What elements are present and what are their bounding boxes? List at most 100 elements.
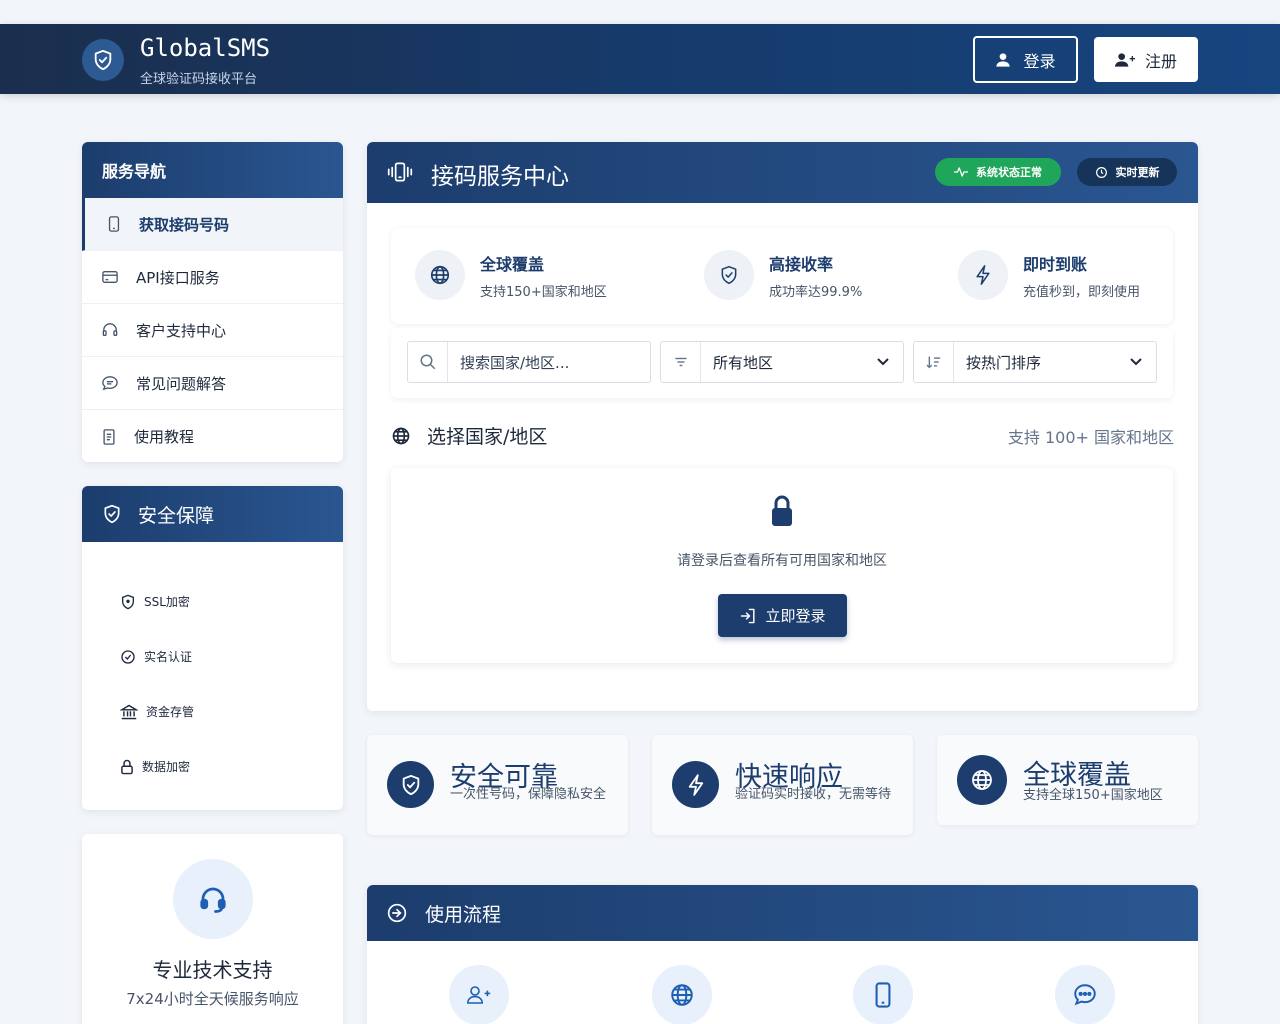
country-count-note: 支持 100+ 国家和地区: [1007, 428, 1174, 447]
country-section-heading: 选择国家/地区: [391, 422, 547, 449]
headset-icon: [102, 322, 118, 338]
tile-fast: 快速响应 验证码实时接收，无需等待: [652, 735, 913, 835]
security-item-label: SSL加密: [144, 595, 190, 609]
login-button[interactable]: 登录: [973, 36, 1078, 83]
document-icon: [102, 428, 116, 445]
live-update-badge: 实时更新: [1077, 158, 1177, 186]
security-item-funds: 资金存管: [120, 703, 194, 720]
tile-title: 全球覆盖: [1023, 760, 1131, 791]
tile-secure: 安全可靠 一次性号码，保障隐私安全: [367, 735, 628, 835]
security-item-ssl: SSL加密: [120, 593, 190, 610]
shield-check-icon: [102, 504, 122, 524]
service-center-title: 接码服务中心: [431, 164, 569, 190]
feature-title: 全球覆盖: [480, 254, 545, 274]
brand-subtitle: 全球验证码接收平台: [140, 72, 258, 87]
feature-desc: 成功率达99.9%: [769, 284, 863, 300]
feature-global: 全球覆盖支持150+国家和地区: [415, 250, 607, 300]
feature-instant: 即时到账充值秒到，即刻使用: [958, 250, 1140, 300]
feature-desc: 支持150+国家和地区: [480, 284, 607, 300]
globe-icon: [957, 755, 1007, 805]
feature-title: 高接收率: [769, 254, 834, 274]
credit-card-icon: [102, 270, 118, 284]
process-card-header: 使用流程: [367, 885, 1198, 941]
tile-desc: 验证码实时接收，无需等待: [735, 787, 892, 802]
filter-bar: 搜索国家/地区... 所有地区 按热门排序: [391, 328, 1173, 398]
shield-icon: [704, 250, 754, 300]
shield-icon: [120, 594, 136, 610]
sidebar-item-label: 客户支持中心: [136, 321, 227, 340]
sidebar-item-label: API接口服务: [136, 268, 220, 287]
service-nav-title: 服务导航: [82, 142, 343, 198]
step-register-icon: [449, 965, 509, 1024]
chevron-down-icon: [863, 358, 903, 366]
security-card: 安全保障 SSL加密 实名认证 资金存管 数据加密: [82, 486, 343, 810]
top-header: GlobalSMS 全球验证码接收平台 登录 注册: [0, 24, 1280, 94]
features-summary: 全球覆盖支持150+国家和地区 高接收率成功率达99.9% 即时到账充值秒到，即…: [391, 228, 1173, 324]
region-select[interactable]: 所有地区: [660, 341, 904, 383]
search-input[interactable]: 搜索国家/地区...: [407, 341, 651, 383]
live-update-label: 实时更新: [1115, 166, 1160, 179]
status-badge: 系统状态正常: [935, 158, 1061, 186]
tile-desc: 支持全球150+国家地区: [1023, 788, 1163, 803]
globe-icon: [391, 426, 411, 446]
register-label: 注册: [1144, 51, 1177, 71]
sign-in-icon: [739, 608, 757, 624]
tile-desc: 一次性号码，保障隐私安全: [450, 787, 607, 802]
security-item-data: 数据加密: [120, 758, 190, 775]
country-section-title: 选择国家/地区: [427, 426, 548, 448]
login-label: 登录: [1023, 51, 1056, 71]
sidebar-item-api[interactable]: API接口服务: [82, 251, 343, 304]
lock-icon: [769, 494, 795, 528]
sidebar-item-faq[interactable]: 常见问题解答: [82, 357, 343, 410]
sidebar-item-label: 常见问题解答: [136, 374, 227, 393]
arrow-circle-icon: [387, 903, 407, 923]
service-center-header: 接码服务中心 系统状态正常 实时更新: [367, 142, 1198, 203]
chat-icon: [102, 375, 118, 391]
sidebar-item-get-number[interactable]: 获取接码号码: [82, 198, 343, 251]
security-item-label: 资金存管: [146, 705, 195, 719]
sort-select[interactable]: 按热门排序: [913, 341, 1157, 383]
headset-icon: [173, 859, 253, 939]
step-phone-icon: [853, 965, 913, 1024]
process-card: 使用流程: [367, 885, 1198, 1024]
support-subtitle: 7x24小时全天候服务响应: [126, 990, 299, 1008]
sort-icon: [914, 342, 954, 382]
login-required-message: 请登录后查看所有可用国家和地区: [677, 553, 887, 569]
security-item-realname: 实名认证: [120, 648, 192, 665]
shield-icon: [387, 761, 434, 808]
sidebar-item-label: 使用教程: [134, 428, 195, 446]
phone-icon: [107, 216, 121, 232]
user-plus-icon: [1114, 52, 1135, 68]
clock-icon: [1095, 166, 1108, 179]
chevron-down-icon: [1116, 358, 1156, 366]
security-card-header: 安全保障: [82, 486, 343, 542]
sidebar-item-support[interactable]: 客户支持中心: [82, 304, 343, 357]
logo-shield-icon: [82, 39, 124, 81]
search-icon: [408, 342, 448, 382]
login-now-label: 立即登录: [765, 607, 826, 625]
register-button[interactable]: 注册: [1094, 37, 1198, 82]
filter-icon: [661, 342, 701, 382]
tile-global: 全球覆盖 支持全球150+国家地区: [937, 735, 1198, 825]
sidebar-item-tutorial[interactable]: 使用教程: [82, 410, 343, 462]
bank-icon: [120, 704, 138, 720]
feature-desc: 充值秒到，即刻使用: [1023, 284, 1141, 300]
service-nav-card: 服务导航 获取接码号码 API接口服务 客户支持中心 常见问题解答 使用教程: [82, 142, 343, 462]
feature-high-rate: 高接收率成功率达99.9%: [704, 250, 862, 300]
sidebar-item-label: 获取接码号码: [139, 215, 230, 234]
security-item-label: 数据加密: [142, 760, 191, 774]
bolt-icon: [958, 250, 1008, 300]
step-chat-icon: [1055, 965, 1115, 1024]
security-item-label: 实名认证: [144, 650, 193, 664]
login-now-button[interactable]: 立即登录: [718, 594, 847, 637]
sort-select-value: 按热门排序: [966, 353, 1042, 372]
step-globe-icon: [652, 965, 712, 1024]
search-placeholder: 搜索国家/地区...: [460, 353, 570, 372]
security-title: 安全保障: [138, 504, 215, 527]
bolt-icon: [672, 761, 719, 808]
brand-title: GlobalSMS: [140, 34, 271, 62]
check-circle-icon: [120, 649, 136, 665]
support-card: 专业技术支持 7x24小时全天候服务响应: [82, 834, 343, 1024]
phone-vibrate-icon: [387, 161, 413, 183]
feature-title: 即时到账: [1023, 254, 1088, 274]
